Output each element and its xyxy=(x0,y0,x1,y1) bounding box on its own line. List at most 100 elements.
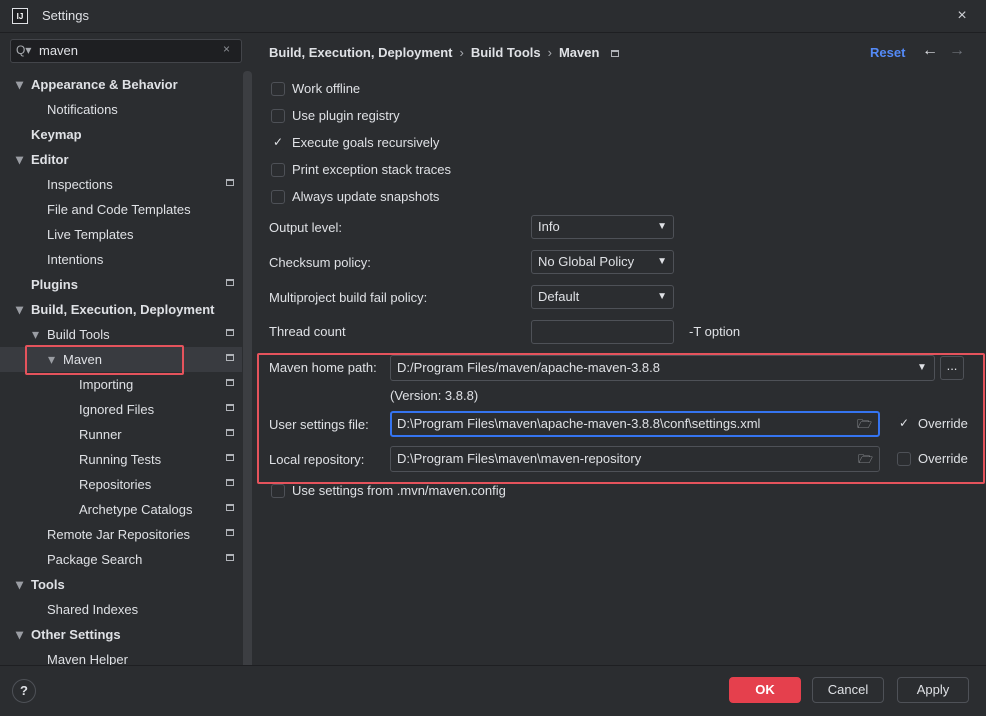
project-scope-icon xyxy=(226,429,234,436)
search-icon[interactable]: Q▾ xyxy=(16,43,31,57)
sidebar-item-running-tests[interactable]: Running Tests xyxy=(0,447,242,472)
search-input[interactable] xyxy=(39,43,219,58)
checkbox[interactable] xyxy=(271,190,285,204)
sidebar-item-inspections[interactable]: Inspections xyxy=(0,172,242,197)
reset-link[interactable]: Reset xyxy=(870,45,905,60)
sidebar-item-runner[interactable]: Runner xyxy=(0,422,242,447)
sidebar-item-shared-indexes[interactable]: Shared Indexes xyxy=(0,597,242,622)
sidebar-item-label: Ignored Files xyxy=(79,402,155,417)
project-scope-icon xyxy=(226,379,234,386)
breadcrumb-item[interactable]: Build Tools xyxy=(471,45,541,60)
sidebar-item-label: Running Tests xyxy=(79,452,162,467)
sidebar-item-label: Editor xyxy=(31,152,69,167)
checkbox-label: Override xyxy=(918,451,968,466)
checkbox-label: Work offline xyxy=(292,81,361,96)
checkbox[interactable] xyxy=(897,452,911,466)
dropdown-value: Info xyxy=(538,219,560,234)
path-value: D:\Program Files\maven\maven-repository xyxy=(397,451,642,466)
thread-count-input[interactable] xyxy=(531,320,674,344)
sidebar-item-build-tools[interactable]: ▾ Build Tools xyxy=(0,322,242,347)
fail-policy-dropdown[interactable]: Default ▼ xyxy=(531,285,674,309)
local-repository-field[interactable]: D:\Program Files\maven\maven-repository … xyxy=(390,446,880,472)
search-box[interactable]: Q▾ × xyxy=(10,39,242,63)
sidebar-item-notifications[interactable]: Notifications xyxy=(0,97,242,122)
project-scope-icon xyxy=(226,354,234,361)
checkbox-checked[interactable]: ✓ xyxy=(271,136,285,150)
sidebar-item-build-execution-deployment[interactable]: ▾ Build, Execution, Deployment xyxy=(0,297,242,322)
checksum-policy-dropdown[interactable]: No Global Policy ▼ xyxy=(531,250,674,274)
sidebar-item-package-search[interactable]: Package Search xyxy=(0,547,242,572)
window-title: Settings xyxy=(42,8,89,23)
chevron-down-icon[interactable]: ▾ xyxy=(16,572,23,597)
sidebar-item-label: File and Code Templates xyxy=(47,202,191,217)
checkbox[interactable] xyxy=(271,109,285,123)
sidebar-item-repositories[interactable]: Repositories xyxy=(0,472,242,497)
chevron-down-icon[interactable]: ▾ xyxy=(16,72,23,97)
sidebar-item-archetype-catalogs[interactable]: Archetype Catalogs xyxy=(0,497,242,522)
chevron-down-icon[interactable]: ▾ xyxy=(32,322,39,347)
sidebar-item-tools[interactable]: ▾ Tools xyxy=(0,572,242,597)
user-settings-file-field[interactable]: D:\Program Files\maven\apache-maven-3.8.… xyxy=(390,411,880,437)
dropdown-value: No Global Policy xyxy=(538,254,635,269)
project-scope-icon xyxy=(226,554,234,561)
checkbox[interactable] xyxy=(271,163,285,177)
sidebar-item-label: Package Search xyxy=(47,552,143,567)
folder-icon[interactable]: 🗁 xyxy=(858,447,873,471)
title-bar: IJ Settings × xyxy=(0,0,986,33)
sidebar-item-importing[interactable]: Importing xyxy=(0,372,242,397)
sidebar-item-intentions[interactable]: Intentions xyxy=(0,247,242,272)
browse-button[interactable]: ... xyxy=(940,356,964,380)
sidebar-item-live-templates[interactable]: Live Templates xyxy=(0,222,242,247)
clear-search-icon[interactable]: × xyxy=(223,42,230,56)
sidebar-item-editor[interactable]: ▾ Editor xyxy=(0,147,242,172)
sidebar-item-label: Inspections xyxy=(47,177,113,192)
maven-home-path-field[interactable]: D:/Program Files/maven/apache-maven-3.8.… xyxy=(390,355,935,381)
chevron-down-icon[interactable]: ▾ xyxy=(16,622,23,647)
checkbox[interactable] xyxy=(271,484,285,498)
path-value: D:/Program Files/maven/apache-maven-3.8.… xyxy=(397,360,661,375)
sidebar-item-appearance-behavior[interactable]: ▾ Appearance & Behavior xyxy=(0,72,242,97)
sidebar-item-plugins[interactable]: Plugins xyxy=(0,272,242,297)
sidebar-item-label: Remote Jar Repositories xyxy=(47,527,191,542)
folder-icon[interactable]: 🗁 xyxy=(857,413,872,435)
breadcrumb-separator: › xyxy=(547,45,552,60)
maven-home-label: Maven home path: xyxy=(269,360,377,375)
t-option-hint: -T option xyxy=(689,324,741,339)
cancel-button[interactable]: Cancel xyxy=(812,677,884,703)
project-scope-icon xyxy=(226,279,234,286)
back-arrow-icon[interactable]: ← xyxy=(922,42,938,60)
sidebar-item-label: Shared Indexes xyxy=(47,602,139,617)
sidebar-item-remote-jar-repositories[interactable]: Remote Jar Repositories xyxy=(0,522,242,547)
path-value: D:\Program Files\maven\apache-maven-3.8.… xyxy=(397,416,761,431)
apply-button[interactable]: Apply xyxy=(897,677,969,703)
sidebar-item-label: Appearance & Behavior xyxy=(31,77,178,92)
sidebar-item-label: Tools xyxy=(31,577,65,592)
chevron-down-icon[interactable]: ▼ xyxy=(910,355,934,381)
close-icon[interactable]: × xyxy=(950,4,974,28)
breadcrumb-item[interactable]: Build, Execution, Deployment xyxy=(269,45,452,60)
breadcrumb-separator: › xyxy=(459,45,464,60)
forward-arrow-icon[interactable]: → xyxy=(949,42,965,60)
checkbox[interactable] xyxy=(271,82,285,96)
sidebar-scrollbar[interactable] xyxy=(243,71,252,691)
sidebar-item-keymap[interactable]: Keymap xyxy=(0,122,242,147)
checkbox-checked[interactable]: ✓ xyxy=(897,417,911,431)
chevron-down-icon: ▼ xyxy=(657,291,667,302)
breadcrumb: Build, Execution, Deployment › Build Tools… xyxy=(269,45,620,60)
intellij-logo-icon: IJ xyxy=(12,8,28,24)
sidebar-item-file-and-code-templates[interactable]: File and Code Templates xyxy=(0,197,242,222)
help-button[interactable]: ? xyxy=(12,679,36,703)
output-level-dropdown[interactable]: Info ▼ xyxy=(531,215,674,239)
sidebar-item-other-settings[interactable]: ▾ Other Settings xyxy=(0,622,242,647)
sidebar-item-ignored-files[interactable]: Ignored Files xyxy=(0,397,242,422)
dropdown-value: Default xyxy=(538,289,580,304)
sidebar-item-label: Importing xyxy=(79,377,134,392)
project-scope-icon xyxy=(611,50,620,58)
ok-button[interactable]: OK xyxy=(729,677,801,703)
project-scope-icon xyxy=(226,329,234,336)
checkbox-label: Print exception stack traces xyxy=(292,162,451,177)
chevron-down-icon[interactable]: ▾ xyxy=(16,147,23,172)
project-scope-icon xyxy=(226,179,234,186)
chevron-down-icon[interactable]: ▾ xyxy=(16,297,23,322)
sidebar-item-label: Live Templates xyxy=(47,227,134,242)
